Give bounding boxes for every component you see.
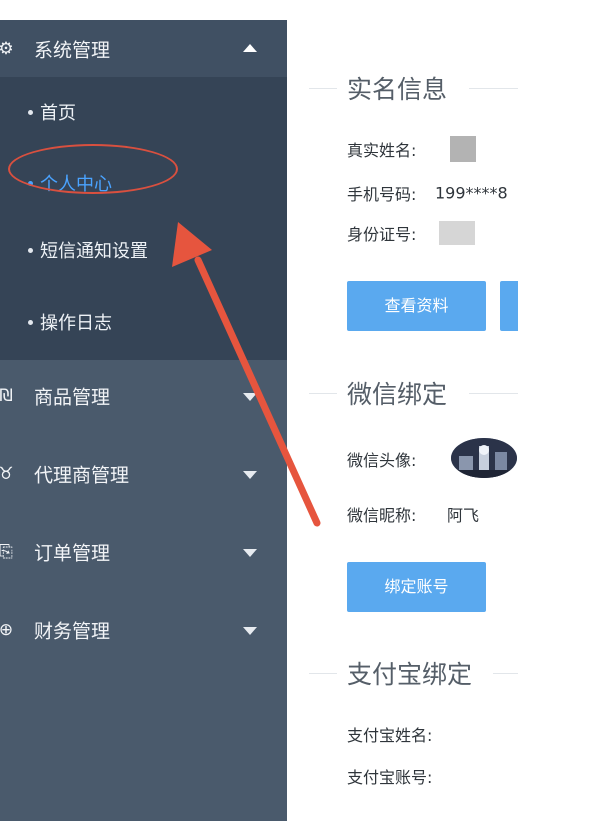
menu-label: 代理商管理: [34, 464, 130, 487]
bullet-icon: [28, 110, 33, 115]
masked-value: [439, 221, 475, 245]
caret-down-icon: [243, 393, 257, 401]
masked-value: [450, 136, 476, 162]
submenu-label: 操作日志: [40, 313, 112, 334]
section-title-text: 支付宝绑定: [347, 660, 473, 689]
caret-up-icon: [243, 43, 257, 52]
submenu-label: 首页: [40, 103, 76, 124]
finance-icon: ⊕: [0, 620, 14, 640]
field-label: 支付宝账号:: [347, 768, 433, 787]
menu-label: 财务管理: [34, 620, 111, 643]
submenu-item-home[interactable]: 首页: [26, 94, 266, 130]
field-value: 199****8: [435, 183, 508, 203]
menu-order-management[interactable]: ⎘ 订单管理: [0, 524, 287, 580]
field-label: 支付宝姓名:: [347, 726, 433, 745]
section-title-text: 实名信息: [347, 75, 448, 104]
submenu-label: 短信通知设置: [40, 241, 148, 262]
view-profile-button[interactable]: 查看资料: [347, 281, 486, 331]
menu-label: 订单管理: [34, 542, 111, 565]
product-icon: ₪: [0, 386, 13, 406]
submenu-item-operation-log[interactable]: 操作日志: [26, 304, 266, 340]
highlight-ellipse: [8, 144, 178, 194]
right-blank-area: [518, 20, 593, 821]
menu-label: 系统管理: [34, 39, 111, 61]
menu-label: 商品管理: [34, 386, 111, 409]
menu-system-management[interactable]: ⚙ 系统管理: [0, 20, 287, 77]
divider: [309, 88, 337, 89]
field-value: 阿飞: [447, 506, 480, 525]
wechat-avatar: [451, 438, 517, 478]
submenu-system: 首页 个人中心 短信通知设置 操作日志: [0, 77, 287, 360]
field-label: 微信昵称:: [347, 506, 417, 525]
order-icon: ⎘: [0, 542, 13, 562]
agent-icon: ♉: [0, 464, 14, 484]
menu-agent-management[interactable]: ♉ 代理商管理: [0, 446, 287, 502]
sidebar: ⚙ 系统管理 首页 个人中心 短信通知设置 操作日志 ₪ 商品管理 ♉ 代理商管…: [0, 20, 287, 821]
top-strip: [0, 0, 593, 20]
field-label: 身份证号:: [347, 225, 417, 244]
bind-account-button[interactable]: 绑定账号: [347, 562, 486, 612]
bullet-icon: [28, 320, 33, 325]
menu-product-management[interactable]: ₪ 商品管理: [0, 368, 287, 424]
bullet-icon: [28, 248, 33, 253]
menu-finance-management[interactable]: ⊕ 财务管理: [0, 602, 287, 658]
field-label: 微信头像:: [347, 451, 417, 470]
caret-down-icon: [243, 471, 257, 479]
caret-down-icon: [243, 549, 257, 557]
divider: [309, 673, 337, 674]
section-title-text: 微信绑定: [347, 380, 448, 409]
field-label: 手机号码:: [347, 185, 417, 204]
field-label: 真实姓名:: [347, 141, 417, 160]
submenu-item-sms-settings[interactable]: 短信通知设置: [26, 232, 266, 268]
divider: [309, 393, 337, 394]
secondary-button[interactable]: [500, 281, 520, 331]
caret-down-icon: [243, 627, 257, 635]
avatar-image: [451, 438, 517, 478]
gear-icon: ⚙: [0, 38, 14, 59]
